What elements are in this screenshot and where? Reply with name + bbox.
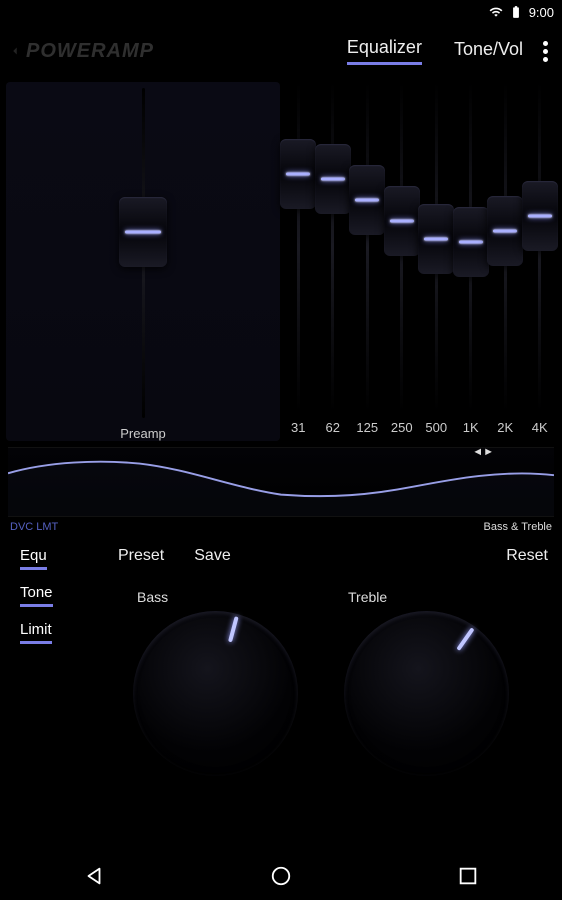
battery-icon	[509, 5, 523, 19]
treble-knob[interactable]	[344, 611, 509, 776]
scroll-indicator-icon: ◄►	[472, 446, 494, 458]
app-header: POWERAMP Equalizer Tone/Vol	[0, 24, 562, 78]
eq-thumb[interactable]	[418, 204, 454, 274]
clock: 9:00	[529, 5, 554, 20]
back-brand[interactable]: POWERAMP	[8, 40, 154, 63]
preamp-slider[interactable]: Preamp	[6, 82, 280, 441]
recents-icon[interactable]	[457, 865, 479, 887]
eq-band-31[interactable]: 31	[282, 82, 315, 441]
eq-band-500[interactable]: 500	[420, 82, 453, 441]
band-label: 62	[326, 420, 340, 435]
eq-thumb[interactable]	[522, 181, 558, 251]
preamp-thumb[interactable]	[119, 197, 167, 267]
eq-thumb[interactable]	[384, 186, 420, 256]
preamp-label: Preamp	[120, 426, 166, 441]
eq-thumb[interactable]	[280, 139, 316, 209]
eq-thumb[interactable]	[349, 165, 385, 235]
eq-thumb[interactable]	[315, 144, 351, 214]
tab-equalizer[interactable]: Equalizer	[347, 37, 422, 65]
eq-band-2K[interactable]: 2K	[489, 82, 522, 441]
eq-band-62[interactable]: 62	[317, 82, 350, 441]
eq-thumb[interactable]	[453, 207, 489, 277]
band-label: 125	[356, 420, 378, 435]
eq-band-1K[interactable]: 1K	[455, 82, 488, 441]
band-label: 4K	[532, 420, 548, 435]
bass-knob[interactable]	[133, 611, 298, 776]
back-icon[interactable]	[83, 865, 105, 887]
android-status-bar: 9:00	[0, 0, 562, 24]
band-label: 31	[291, 420, 305, 435]
band-label: 2K	[497, 420, 513, 435]
toggle-tone[interactable]: Tone	[20, 584, 53, 607]
preset-name: Bass & Treble	[484, 521, 552, 533]
treble-label: Treble	[348, 589, 509, 605]
treble-knob-group: Treble	[344, 589, 509, 776]
home-icon[interactable]	[270, 865, 292, 887]
tab-tonevol[interactable]: Tone/Vol	[454, 39, 523, 64]
eq-band-4K[interactable]: 4K	[524, 82, 557, 441]
eq-band-250[interactable]: 250	[386, 82, 419, 441]
android-nav-bar	[0, 852, 562, 900]
brand-text: POWERAMP	[26, 40, 154, 63]
eq-response-curve[interactable]: ◄►	[8, 447, 554, 517]
dvc-status: DVC LMT	[10, 521, 58, 533]
bass-knob-group: Bass	[133, 589, 298, 776]
chevron-left-icon	[8, 42, 22, 60]
more-menu-icon[interactable]	[533, 41, 558, 62]
reset-button[interactable]: Reset	[506, 547, 548, 565]
toggle-limit[interactable]: Limit	[20, 621, 52, 644]
eq-band-125[interactable]: 125	[351, 82, 384, 441]
wifi-icon	[489, 5, 503, 19]
header-tabs: Equalizer Tone/Vol	[347, 37, 523, 65]
eq-thumb[interactable]	[487, 196, 523, 266]
band-label: 1K	[463, 420, 479, 435]
band-label: 500	[425, 420, 447, 435]
curve-status-row: DVC LMT Bass & Treble	[0, 517, 562, 537]
band-label: 250	[391, 420, 413, 435]
toggle-equ[interactable]: Equ	[20, 547, 47, 570]
bass-label: Bass	[137, 589, 298, 605]
equalizer-bands: Preamp 31 62 125 250 500 1K 2K 4K	[0, 78, 562, 441]
toggle-group: Equ Tone Limit	[20, 547, 100, 644]
